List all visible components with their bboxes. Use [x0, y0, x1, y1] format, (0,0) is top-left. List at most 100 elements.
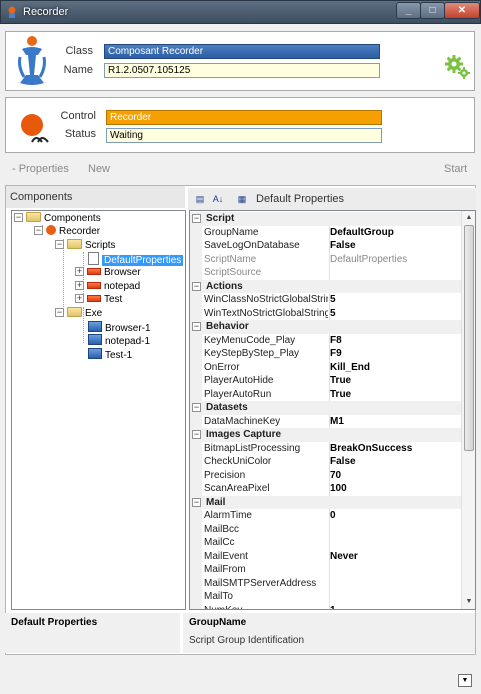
- property-row[interactable]: OnError Kill_End: [190, 360, 461, 375]
- collapse-icon[interactable]: −: [192, 497, 201, 507]
- tree-node-recorder[interactable]: − Recorder: [34, 225, 100, 239]
- property-category-row[interactable]: − Actions: [190, 279, 461, 293]
- property-value[interactable]: 5: [330, 307, 460, 321]
- sort-az-icon[interactable]: A↓: [210, 192, 226, 206]
- close-button[interactable]: ✕: [444, 2, 480, 19]
- property-row[interactable]: GroupName DefaultGroup: [190, 225, 461, 240]
- status-field[interactable]: Waiting: [106, 128, 382, 143]
- row-margin: [190, 374, 202, 388]
- property-row[interactable]: DataMachineKey M1: [190, 414, 461, 429]
- property-row[interactable]: KeyStepByStep_Play F9: [190, 347, 461, 361]
- column-divider: [329, 576, 330, 590]
- property-row[interactable]: ScanAreaPixel 100: [190, 482, 461, 496]
- components-tree[interactable]: − Components − Recorder − Scripts DefaultPr…: [11, 210, 186, 610]
- collapse-icon[interactable]: −: [192, 430, 201, 439]
- property-value[interactable]: BreakOnSuccess: [330, 442, 460, 456]
- property-row[interactable]: MailTo: [190, 590, 461, 604]
- collapse-icon[interactable]: −: [192, 322, 201, 331]
- gear-icon[interactable]: [444, 53, 472, 81]
- property-toolbar-title: Default Properties: [256, 193, 345, 205]
- property-category-label: Actions: [206, 280, 243, 292]
- property-value[interactable]: True: [330, 374, 460, 388]
- properties-button[interactable]: - Properties: [12, 163, 69, 175]
- property-value[interactable]: 5: [330, 293, 460, 307]
- property-row[interactable]: BitmapListProcessing BreakOnSuccess: [190, 441, 461, 456]
- categorized-icon[interactable]: ▤: [192, 192, 208, 206]
- class-panel: Class Name Composant Recorder R1.2.0507.…: [5, 31, 475, 91]
- property-name: DataMachineKey: [204, 415, 281, 427]
- tree-node-scripts[interactable]: − Scripts: [55, 239, 116, 253]
- tree-node-notepad[interactable]: + notepad: [75, 280, 140, 294]
- property-row[interactable]: WinTextNoStrictGlobalString 5: [190, 306, 461, 321]
- property-value[interactable]: F8: [330, 334, 460, 348]
- tree-node-browser-1[interactable]: Browser-1: [88, 321, 151, 335]
- property-value[interactable]: Kill_End: [330, 361, 460, 375]
- tree-node-test[interactable]: + Test: [75, 293, 122, 307]
- name-field[interactable]: R1.2.0507.105125: [104, 63, 380, 78]
- tree-node-defaultproperties[interactable]: DefaultProperties: [88, 252, 184, 266]
- property-grid-scrollbar[interactable]: ▲ ▼: [461, 211, 475, 609]
- property-value[interactable]: M1: [330, 415, 460, 429]
- collapse-icon[interactable]: −: [192, 403, 201, 412]
- dropdown-arrow-icon[interactable]: ▼: [458, 674, 472, 687]
- property-value[interactable]: 1: [330, 604, 460, 610]
- property-value[interactable]: F9: [330, 347, 460, 361]
- property-row[interactable]: MailBcc: [190, 522, 461, 536]
- tree-node-notepad-1[interactable]: notepad-1: [88, 334, 150, 348]
- property-row[interactable]: WinClassNoStrictGlobalStrin 5: [190, 293, 461, 307]
- maximize-button[interactable]: □: [420, 2, 445, 19]
- property-value[interactable]: True: [330, 388, 460, 402]
- property-category-row[interactable]: − Images Capture: [190, 428, 461, 442]
- new-button[interactable]: New: [88, 163, 110, 175]
- property-value[interactable]: DefaultGroup: [330, 226, 460, 240]
- row-margin: [190, 563, 202, 577]
- property-grid[interactable]: − Script GroupName DefaultGroup SaveLogOnDat…: [189, 210, 476, 610]
- tree-node-browser[interactable]: + Browser: [75, 266, 141, 280]
- property-value[interactable]: 70: [330, 469, 460, 483]
- property-category-row[interactable]: − Script: [190, 212, 461, 226]
- property-row[interactable]: CheckUniColor False: [190, 455, 461, 469]
- property-name: OnError: [204, 361, 240, 373]
- scroll-up-arrow[interactable]: ▲: [463, 212, 475, 224]
- property-row[interactable]: ScriptSource: [190, 266, 461, 280]
- property-row[interactable]: Precision 70: [190, 468, 461, 483]
- property-row[interactable]: PlayerAutoRun True: [190, 387, 461, 402]
- property-name: WinTextNoStrictGlobalString: [204, 307, 328, 319]
- tree-node-test-1[interactable]: Test-1: [88, 348, 132, 362]
- name-label: Name: [63, 64, 93, 76]
- property-row[interactable]: MailSMTPServerAddress: [190, 576, 461, 590]
- scroll-thumb[interactable]: [464, 225, 474, 451]
- class-field[interactable]: Composant Recorder: [104, 44, 380, 59]
- control-field[interactable]: Recorder: [106, 110, 382, 125]
- property-value[interactable]: Never: [330, 550, 460, 564]
- property-row[interactable]: NumKey 1: [190, 603, 461, 610]
- property-pages-icon[interactable]: ▦: [234, 192, 250, 206]
- property-category-row[interactable]: − Behavior: [190, 320, 461, 334]
- property-value[interactable]: False: [330, 455, 460, 469]
- property-row[interactable]: AlarmTime 0: [190, 509, 461, 523]
- property-row[interactable]: MailEvent Never: [190, 549, 461, 564]
- collapse-icon[interactable]: −: [192, 281, 201, 291]
- start-button[interactable]: Start: [444, 163, 467, 175]
- property-row[interactable]: PlayerAutoHide True: [190, 374, 461, 388]
- property-category-row[interactable]: − Datasets: [190, 401, 461, 415]
- minimize-button[interactable]: _: [396, 2, 421, 19]
- property-row[interactable]: SaveLogOnDatabase False: [190, 239, 461, 253]
- property-row[interactable]: ScriptName DefaultProperties: [190, 252, 461, 267]
- collapse-icon[interactable]: −: [192, 214, 201, 223]
- property-category-row[interactable]: − Mail: [190, 495, 461, 509]
- column-divider: [329, 522, 330, 536]
- scroll-down-arrow[interactable]: ▼: [463, 596, 475, 608]
- property-row[interactable]: KeyMenuCode_Play F8: [190, 333, 461, 348]
- property-value[interactable]: 100: [330, 482, 460, 496]
- property-row[interactable]: MailCc: [190, 536, 461, 550]
- row-margin: [190, 293, 202, 307]
- property-row[interactable]: MailFrom: [190, 563, 461, 577]
- property-value[interactable]: 0: [330, 509, 460, 523]
- property-name: PlayerAutoRun: [204, 388, 272, 400]
- property-value[interactable]: False: [330, 239, 460, 253]
- tree-node-exe[interactable]: − Exe: [55, 307, 102, 321]
- tree-node-components[interactable]: − Components: [14, 212, 101, 226]
- property-value[interactable]: DefaultProperties: [330, 253, 460, 267]
- property-name: CheckUniColor: [204, 456, 272, 467]
